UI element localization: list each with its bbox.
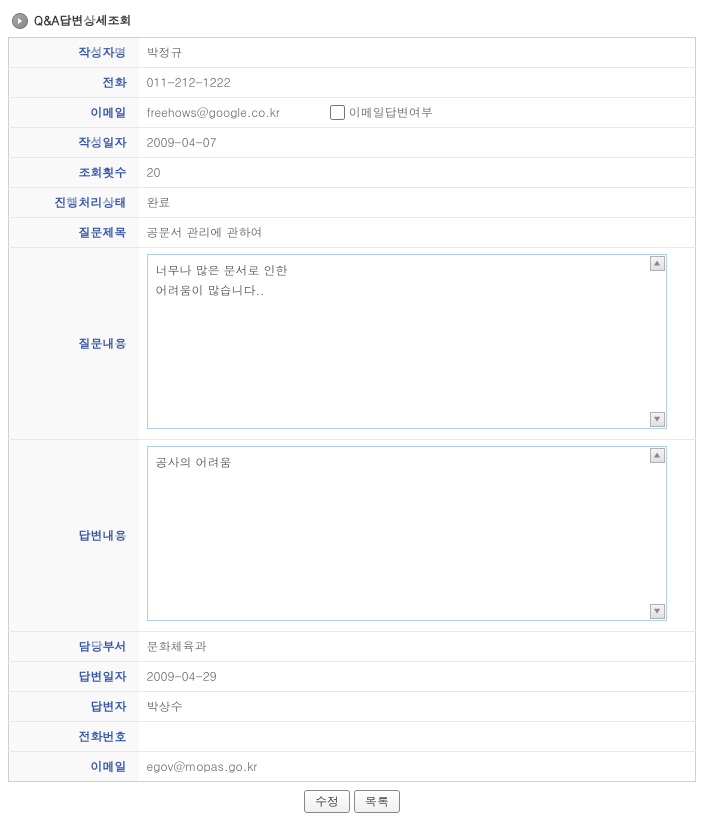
label-department: 담당부서 <box>9 632 139 662</box>
label-view-count: 조회횟수 <box>9 158 139 188</box>
value-answerer: 박상수 <box>139 692 696 722</box>
answer-content-wrapper: 공사의 어려움 ▲ ▼ <box>147 446 667 621</box>
label-answer-content: 답변내용 <box>9 440 139 632</box>
value-email: freehows@google.co.kr <box>147 104 280 121</box>
email-reply-label: 이메일답변여부 <box>349 104 433 121</box>
edit-button[interactable]: 수정 <box>304 790 350 813</box>
list-button[interactable]: 목록 <box>354 790 400 813</box>
label-question-title: 질문제목 <box>9 218 139 248</box>
value-answer-date: 2009-04-29 <box>139 662 696 692</box>
value-author-name: 박정규 <box>139 38 696 68</box>
email-reply-group: 이메일답변여부 <box>330 104 433 121</box>
scroll-up-icon[interactable]: ▲ <box>650 256 665 271</box>
question-content-wrapper: 너무나 많은 문서로 인한 어려움이 많습니다.. ▲ ▼ <box>147 254 667 429</box>
value-question-title: 공문서 관리에 관하여 <box>139 218 696 248</box>
email-row: freehows@google.co.kr 이메일답변여부 <box>147 104 688 121</box>
scroll-down-icon[interactable]: ▼ <box>650 412 665 427</box>
value-answerer-phone <box>139 722 696 752</box>
email-reply-checkbox[interactable] <box>330 105 345 120</box>
label-answerer-phone: 전화번호 <box>9 722 139 752</box>
question-content-box[interactable]: 너무나 많은 문서로 인한 어려움이 많습니다.. <box>147 254 667 429</box>
page-title: Q&A답변상세조회 <box>34 12 132 29</box>
title-bar: Q&A답변상세조회 <box>8 8 696 37</box>
label-created-date: 작성일자 <box>9 128 139 158</box>
label-author-name: 작성자명 <box>9 38 139 68</box>
label-question-content: 질문내용 <box>9 248 139 440</box>
value-view-count: 20 <box>139 158 696 188</box>
label-phone: 전화 <box>9 68 139 98</box>
page-container: Q&A답변상세조회 작성자명 박정규 전화 011-212-1222 이메일 f… <box>0 0 704 829</box>
detail-table: 작성자명 박정규 전화 011-212-1222 이메일 freehows@go… <box>8 37 696 782</box>
value-department: 문화체육과 <box>139 632 696 662</box>
label-answerer-email: 이메일 <box>9 752 139 782</box>
label-answer-date: 답변일자 <box>9 662 139 692</box>
label-email: 이메일 <box>9 98 139 128</box>
label-answerer: 답변자 <box>9 692 139 722</box>
value-created-date: 2009-04-07 <box>139 128 696 158</box>
scroll-up-icon[interactable]: ▲ <box>650 448 665 463</box>
value-answerer-email: egov@mopas.go.kr <box>139 752 696 782</box>
scroll-down-icon[interactable]: ▼ <box>650 604 665 619</box>
answer-content-box[interactable]: 공사의 어려움 <box>147 446 667 621</box>
value-process-status: 완료 <box>139 188 696 218</box>
button-bar: 수정 목록 <box>8 782 696 821</box>
label-process-status: 진행처리상태 <box>9 188 139 218</box>
value-phone: 011-212-1222 <box>139 68 696 98</box>
title-icon <box>12 13 28 29</box>
